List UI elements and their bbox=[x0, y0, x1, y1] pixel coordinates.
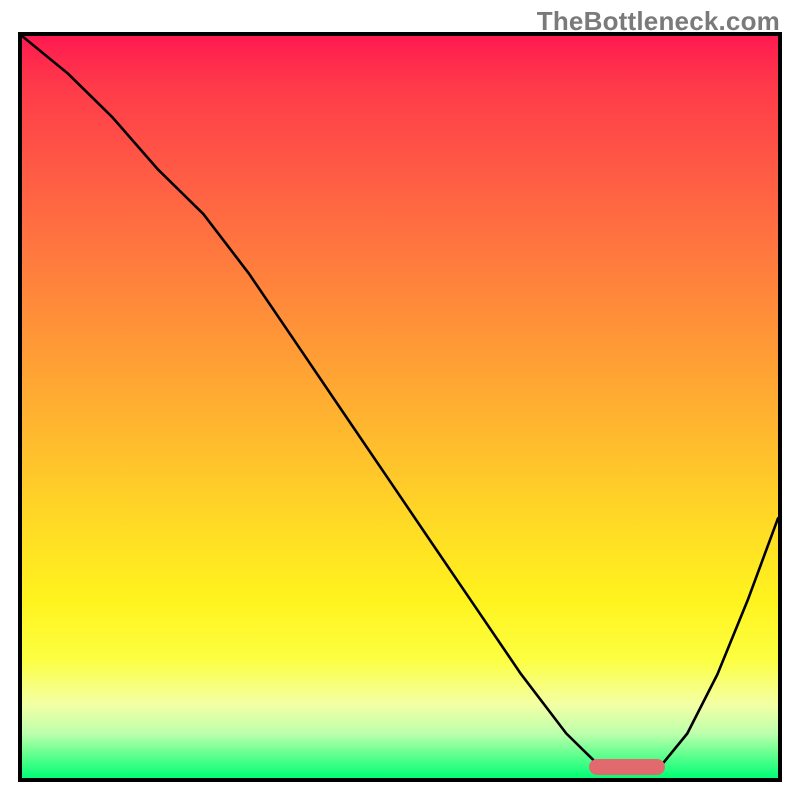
plot-area bbox=[18, 32, 782, 782]
chart-stage: TheBottleneck.com bbox=[0, 0, 800, 800]
plot-frame bbox=[18, 32, 782, 782]
